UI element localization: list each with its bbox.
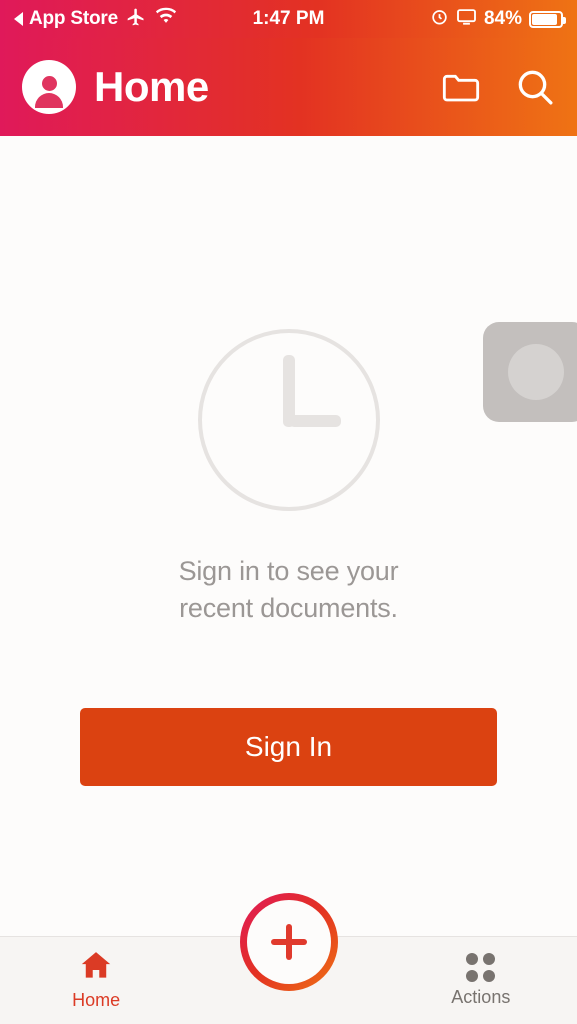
app-bar-actions	[441, 67, 555, 107]
status-bar: App Store 1:47 PM 84%	[0, 0, 577, 38]
airplane-mode-icon	[126, 7, 146, 32]
page-title: Home	[94, 63, 209, 110]
empty-state-line-2: recent documents.	[179, 593, 398, 624]
plus-icon	[246, 900, 331, 984]
create-button[interactable]	[239, 893, 338, 991]
main-content: Sign in to see your recent documents. Si…	[0, 136, 577, 936]
empty-state-message: Sign in to see your recent documents.	[179, 553, 399, 628]
status-bar-left[interactable]: App Store	[14, 7, 177, 32]
app-screen: App Store 1:47 PM 84% Home Sign in to se…	[0, 0, 577, 1024]
home-icon	[79, 950, 113, 985]
battery-percent-label: 84%	[483, 8, 522, 29]
sign-in-button[interactable]: Sign In	[80, 708, 497, 786]
tab-home-label: Home	[72, 990, 121, 1010]
wifi-icon	[155, 7, 177, 31]
screen-mirroring-icon	[456, 8, 477, 31]
back-triangle-icon[interactable]	[14, 12, 23, 26]
floating-thumbnail-overlay[interactable]	[483, 322, 577, 422]
alarm-clock-icon	[430, 7, 449, 32]
tab-home[interactable]: Home	[0, 950, 192, 1011]
clock-icon	[197, 329, 380, 511]
folder-icon[interactable]	[441, 70, 481, 104]
status-bar-back-label[interactable]: App Store	[29, 8, 118, 30]
account-avatar-icon[interactable]	[22, 60, 76, 114]
battery-icon	[529, 10, 566, 28]
tab-bar: Home Actions	[0, 893, 577, 1024]
grid-dots-icon	[466, 953, 496, 982]
app-bar: Home	[0, 38, 577, 136]
empty-state-line-1: Sign in to see your	[178, 556, 399, 586]
tab-actions-label: Actions	[451, 987, 511, 1007]
status-bar-right: 84%	[430, 7, 566, 32]
tab-actions[interactable]: Actions	[385, 953, 577, 1008]
search-icon[interactable]	[515, 67, 555, 107]
